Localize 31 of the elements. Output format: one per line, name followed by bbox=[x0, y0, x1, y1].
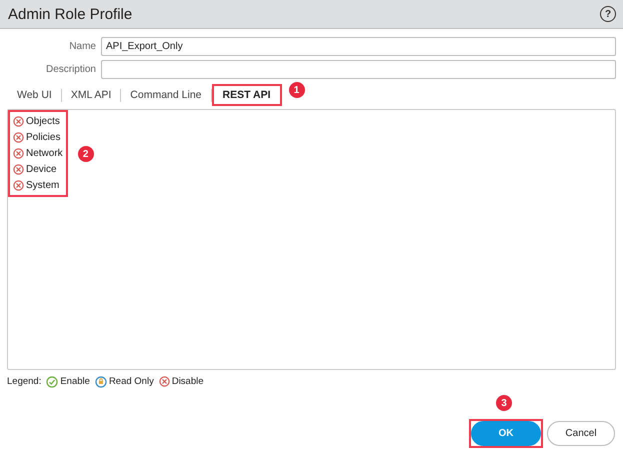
disable-icon bbox=[13, 148, 24, 159]
field-label: Description bbox=[44, 64, 96, 75]
permission-item[interactable]: Policies bbox=[13, 130, 63, 145]
check-icon bbox=[46, 376, 58, 388]
legend-item: Enable bbox=[46, 374, 90, 389]
window-title: Admin Role Profile bbox=[8, 6, 132, 22]
tab[interactable]: REST API bbox=[214, 86, 280, 104]
step-badge: 3 bbox=[496, 395, 512, 411]
permission-item[interactable]: Device bbox=[13, 162, 63, 177]
tab[interactable]: XML API bbox=[62, 86, 120, 104]
text-field[interactable] bbox=[101, 60, 616, 79]
tab[interactable]: Command Line bbox=[121, 86, 210, 104]
disable-icon bbox=[13, 164, 24, 175]
legend-item: Read Only bbox=[94, 374, 154, 389]
permission-item[interactable]: Objects bbox=[13, 114, 63, 129]
disable-icon bbox=[158, 376, 170, 387]
legend-item: Disable bbox=[158, 374, 204, 389]
disable-icon bbox=[13, 180, 24, 191]
step-badge: 2 bbox=[78, 146, 94, 162]
permission-item[interactable]: System bbox=[13, 178, 63, 193]
permission-item[interactable]: Network bbox=[13, 146, 63, 161]
cancel-button[interactable]: Cancel bbox=[547, 421, 615, 446]
field-label: Name bbox=[68, 41, 96, 52]
step-badge: 1 bbox=[288, 82, 305, 98]
legend-label: Legend: bbox=[7, 376, 42, 387]
disable-icon bbox=[13, 132, 24, 143]
tab[interactable]: Web UI bbox=[8, 86, 61, 104]
disable-icon bbox=[13, 116, 24, 127]
text-field[interactable]: API_Export_Only bbox=[101, 37, 616, 56]
read-only-icon bbox=[94, 376, 107, 388]
help-icon[interactable]: ? bbox=[600, 6, 616, 22]
